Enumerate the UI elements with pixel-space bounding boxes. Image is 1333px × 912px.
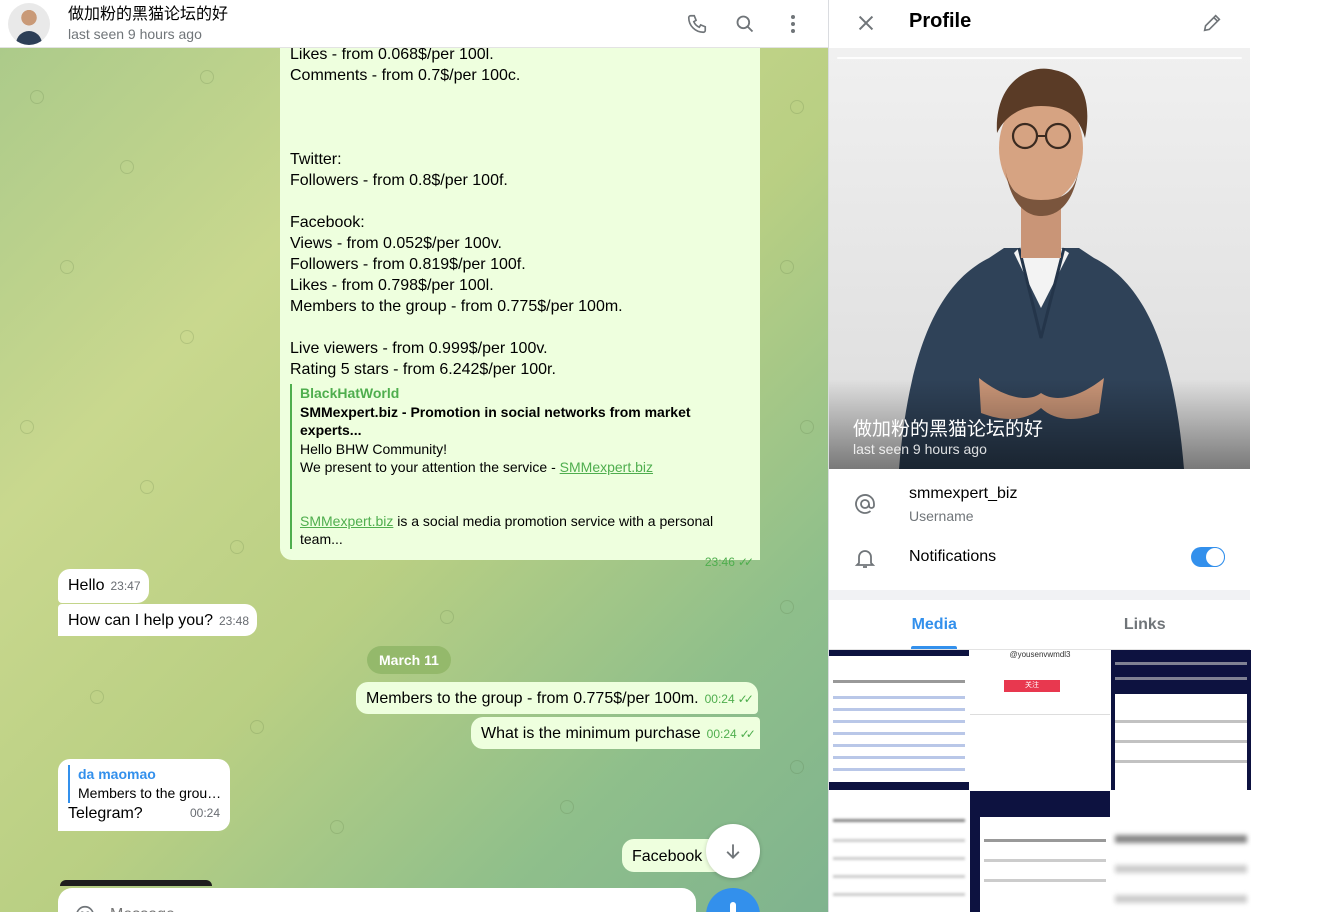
message-composer	[58, 888, 696, 912]
bell-icon	[853, 546, 877, 575]
chat-header-actions	[686, 0, 804, 48]
media-thumbnail[interactable]	[970, 791, 1110, 912]
read-check-icon: ✓✓	[737, 554, 754, 569]
profile-photo[interactable]: 做加粉的黑猫论坛的好 last seen 9 hours ago	[829, 48, 1250, 469]
thumbnail-button: 关注	[1004, 680, 1060, 692]
scroll-down-button[interactable]	[706, 824, 760, 878]
chat-title: 做加粉的黑猫论坛的好	[68, 5, 229, 23]
message-time: 23:47	[110, 579, 141, 593]
message-time: 00:24	[189, 806, 220, 820]
message-line: Followers - from 0.819$/per 100f.	[290, 256, 526, 273]
message-bubble-incoming[interactable]: How can I help you? 23:48	[58, 604, 258, 636]
message-time: 00:24	[704, 692, 735, 706]
at-sign-icon	[853, 492, 877, 521]
message-bubble-outgoing[interactable]: Members to the group - from 0.775$/per 1…	[356, 682, 758, 714]
read-check-icon: ✓✓	[739, 727, 756, 741]
message-input[interactable]	[110, 906, 317, 912]
username-value: smmexpert_biz	[909, 485, 1018, 502]
message-line	[290, 128, 750, 149]
message-line: Followers - from 0.8$/per 100f.	[290, 172, 508, 189]
reply-quote[interactable]: da maomao Members to the grou…	[68, 765, 220, 803]
media-thumbnail[interactable]	[829, 650, 969, 790]
media-thumbnail[interactable]	[829, 791, 969, 912]
profile-header: Profile	[829, 0, 1249, 48]
section-divider	[829, 590, 1250, 600]
date-divider: March 11	[367, 646, 451, 674]
emoji-icon	[76, 905, 94, 912]
media-message-edge	[60, 880, 212, 886]
preview-link[interactable]: SMMexpert.biz	[300, 513, 393, 529]
message-line: Live viewers - from 0.999$/per 100v.	[290, 340, 548, 357]
message-line: Comments - from 0.7$/per 100c.	[290, 67, 521, 84]
message-bubble-outgoing[interactable]: Followers - from 0.041$/per 100f.Likes -…	[280, 25, 760, 569]
preview-line: We present to your attention the service…	[300, 459, 654, 475]
media-thumbnail[interactable]	[1111, 791, 1251, 912]
username-label: Username	[909, 508, 974, 524]
read-check-icon: ✓✓	[737, 692, 754, 706]
profile-title: Profile	[909, 10, 972, 32]
thumbnail-caption: @yousenvwmdl3	[1009, 650, 1071, 659]
media-thumbnail[interactable]: @yousenvwmdl3 关注	[970, 650, 1110, 790]
message-text: Members to the group - from 0.775$/per 1…	[366, 690, 699, 707]
message-text: Hello	[68, 577, 105, 594]
message-time: 23:48	[218, 614, 250, 628]
message-text: Followers - from 0.041$/per 100f.Likes -…	[290, 23, 750, 380]
photo-progress-bar	[837, 57, 1242, 59]
message-text: What is the minimum purchase	[481, 725, 701, 742]
message-line: Facebook:	[290, 214, 365, 231]
message-line	[290, 107, 750, 128]
message-time: 00:24	[706, 727, 737, 741]
more-vertical-icon[interactable]	[782, 13, 804, 35]
notifications-label: Notifications	[909, 548, 997, 565]
chat-header: 做加粉的黑猫论坛的好 last seen 9 hours ago	[0, 0, 828, 48]
preview-link[interactable]: SMMexpert.biz	[560, 459, 653, 475]
chat-panel: 做加粉的黑猫论坛的好 last seen 9 hours ago Followe…	[0, 0, 828, 912]
message-text: How can I help you?	[68, 612, 213, 629]
profile-status: last seen 9 hours ago	[853, 441, 987, 457]
chat-title-block[interactable]: 做加粉的黑猫论坛的好 last seen 9 hours ago	[68, 5, 228, 43]
close-icon[interactable]	[855, 12, 877, 39]
message-time: 23:46	[704, 554, 735, 569]
message-text: Facebook	[632, 848, 703, 865]
message-line	[290, 317, 750, 338]
microphone-icon	[730, 902, 736, 912]
microphone-button[interactable]	[706, 888, 760, 912]
message-line: Members to the group - from 0.775$/per 1…	[290, 298, 623, 315]
preview-site-name: BlackHatWorld	[300, 385, 400, 401]
preview-line: SMMexpert.biz is a social media promotio…	[300, 512, 714, 529]
reply-author: da maomao	[78, 766, 156, 782]
preview-line: Hello BHW Community!	[300, 440, 448, 457]
tab-media[interactable]: Media	[829, 600, 1040, 649]
message-line: Rating 5 stars - from 6.242$/per 100r.	[290, 361, 556, 378]
chat-status: last seen 9 hours ago	[68, 25, 202, 42]
message-bubble-incoming[interactable]: Hello 23:47	[58, 569, 149, 603]
arrow-down-icon	[726, 844, 740, 859]
notifications-toggle[interactable]	[1191, 547, 1225, 567]
edit-icon[interactable]	[1201, 12, 1223, 39]
message-bubble-incoming[interactable]: da maomao Members to the grou… Telegram?…	[58, 759, 230, 831]
preview-title: SMMexpert.biz - Promotion in social netw…	[300, 403, 691, 439]
link-preview[interactable]: BlackHatWorld SMMexpert.biz - Promotion …	[290, 384, 750, 549]
message-meta: 23:46 ✓✓	[290, 551, 754, 573]
avatar[interactable]	[8, 2, 50, 45]
preview-line: team...	[300, 531, 343, 547]
search-icon[interactable]	[734, 13, 756, 35]
message-line: Likes - from 0.798$/per 100l.	[290, 277, 494, 294]
message-line: Views - from 0.052$/per 100v.	[290, 235, 502, 252]
message-bubble-outgoing[interactable]: What is the minimum purchase 00:24 ✓✓	[471, 717, 760, 749]
media-thumbnail[interactable]	[1111, 650, 1251, 790]
reply-text: Members to the grou…	[78, 785, 220, 801]
media-grid: @yousenvwmdl3 关注	[829, 650, 1251, 912]
message-text: Telegram?	[68, 805, 143, 822]
message-line: Twitter:	[290, 151, 342, 168]
media-tabs: Media Links	[829, 600, 1250, 650]
phone-icon[interactable]	[686, 13, 708, 35]
tab-links[interactable]: Links	[1040, 600, 1251, 649]
profile-name: 做加粉的黑猫论坛的好	[853, 419, 1044, 440]
message-line	[290, 86, 750, 107]
profile-panel: Profile 做加粉的黑猫论坛的好 last seen 9 hours ago	[828, 0, 1251, 912]
message-line	[290, 191, 750, 212]
